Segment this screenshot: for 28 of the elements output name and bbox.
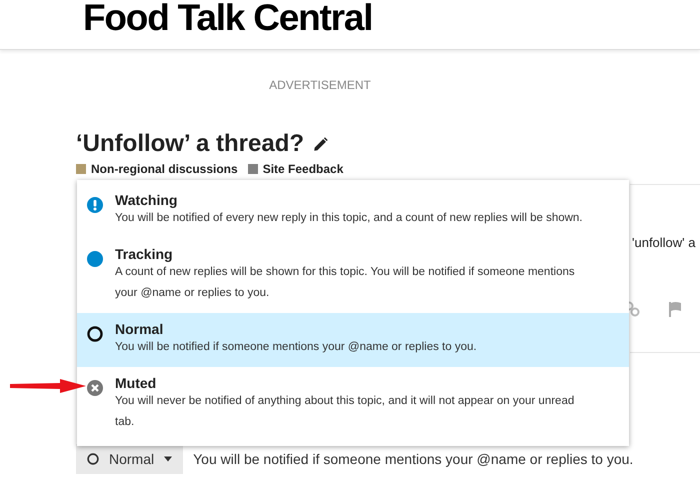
menu-item[interactable]: Tracking A count of new replies will be shown for this topic. You will be notified if someone mentions your @name or replies to you. (77, 238, 629, 313)
exclamation-icon (87, 197, 103, 213)
post-text: 'unfollow' a (632, 235, 696, 250)
item-description: You will be notified of every new reply in this topic, and a count of new replies will be shown. (115, 211, 584, 226)
topic-title: ‘Unfollow’ a thread? (76, 130, 304, 158)
close-icon (87, 380, 103, 396)
item-title: Watching (115, 192, 178, 208)
item-title: Tracking (115, 246, 174, 262)
pencil-icon[interactable] (312, 135, 330, 153)
menu-item[interactable]: Watching You will be notified of every new reply in this topic, and a count of new replies will be shown. (77, 184, 629, 238)
item-description: A count of new replies will be shown for this topic. You will be notified if someone mentions your @name or replies to you. (115, 265, 576, 301)
caret-icon (164, 456, 172, 462)
item-description: You will never be notified of anything about this topic, and it will not appear on your unread tab. (115, 394, 576, 430)
circle-icon (87, 326, 103, 342)
dot-icon (87, 251, 103, 267)
circle-icon (87, 453, 99, 465)
item-title: Muted (115, 375, 158, 391)
notification-button[interactable]: Normal (76, 444, 184, 474)
category-link[interactable]: Site Feedback (262, 162, 344, 176)
site-title[interactable]: Food Talk Central (83, 0, 372, 36)
item-description: You will be notified if someone mentions your @name or replies to you. (115, 340, 478, 355)
menu-item[interactable]: Muted You will never be notified of anything about this topic, and it will not appear on your unread tab. (77, 367, 629, 442)
item-title: Normal (115, 321, 164, 337)
flag-icon[interactable] (667, 301, 683, 317)
advertisement-label: ADVERTISEMENT (268, 78, 372, 92)
menu-item[interactable]: Normal You will be notified if someone mentions your @name or replies to you. (77, 313, 629, 367)
category-link[interactable]: Non-regional discussions (91, 162, 238, 176)
notification-description: You will be notified if someone mentions your @name or replies to you. (193, 451, 634, 467)
